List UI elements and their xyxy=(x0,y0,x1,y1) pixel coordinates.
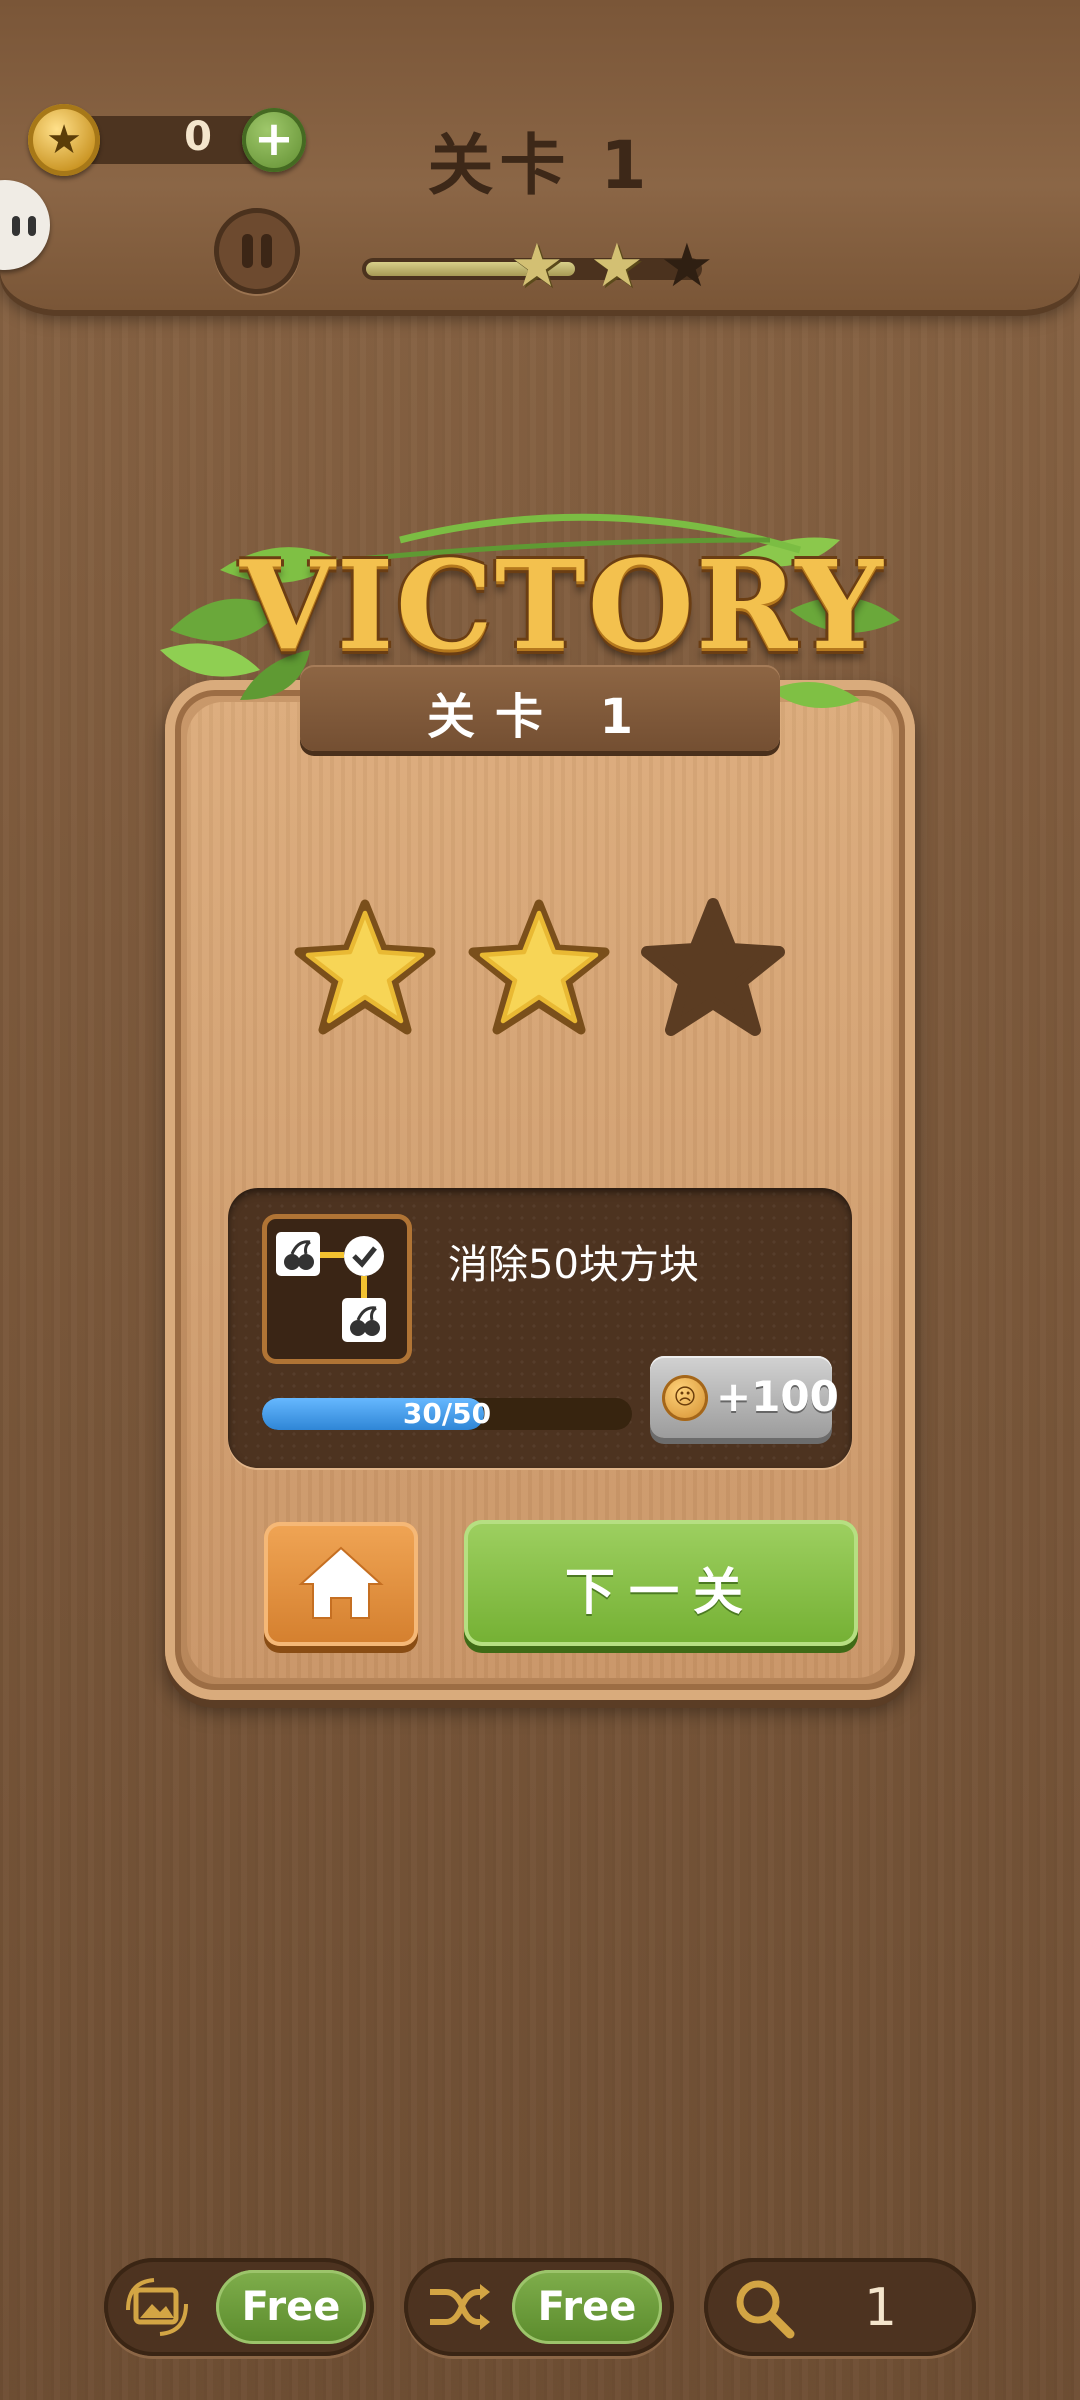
chat-eye-icon xyxy=(28,216,36,236)
task-progress-text: 30/50 xyxy=(402,1398,492,1430)
chat-eye-icon xyxy=(12,216,20,236)
home-icon xyxy=(298,1546,384,1619)
star-earned-icon xyxy=(468,899,610,1035)
progress-star-icon: ★ xyxy=(590,231,644,301)
star-empty-icon xyxy=(641,898,785,1036)
level-plaque: 关卡 1 xyxy=(300,665,780,751)
victory-banner: VICTORY xyxy=(240,530,885,680)
top-bar: ★ 0 + 关卡 1 ★ ★ ★ xyxy=(0,0,1080,310)
victory-level-label: 关卡 1 xyxy=(426,689,654,745)
tool-search[interactable]: 1 xyxy=(704,2258,976,2356)
next-level-button[interactable]: 下一关 xyxy=(464,1520,858,1646)
next-level-label: 下一关 xyxy=(565,1563,757,1621)
cherry-tile-task-icon xyxy=(262,1214,412,1364)
coin-face-icon: ☹ xyxy=(662,1375,708,1421)
tool-image-swap[interactable]: Free xyxy=(104,2258,374,2356)
task-card: 消除50块方块 30/50 ☹ +100 xyxy=(228,1188,852,1468)
search-icon xyxy=(736,2280,795,2339)
free-badge: Free xyxy=(216,2270,366,2344)
star-earned-icon xyxy=(294,899,436,1035)
progress-star-icon: ★ xyxy=(510,231,564,301)
claim-reward-button[interactable]: ☹ +100 xyxy=(650,1356,839,1438)
task-progress-bar: 30/50 xyxy=(262,1398,632,1430)
pause-button[interactable] xyxy=(214,208,300,294)
progress-star-empty-icon: ★ xyxy=(660,231,714,301)
shuffle-icon xyxy=(430,2284,490,2330)
image-swap-icon xyxy=(126,2278,188,2336)
cherry-tile-icon xyxy=(276,1232,386,1342)
home-button[interactable] xyxy=(264,1522,418,1646)
level-title: 关卡 1 xyxy=(427,127,653,204)
tool-shuffle[interactable]: Free xyxy=(404,2258,674,2356)
victory-title: VICTORY xyxy=(240,533,885,677)
free-badge: Free xyxy=(512,2270,662,2344)
reward-amount: +100 xyxy=(716,1372,839,1421)
task-description: 消除50块方块 xyxy=(448,1242,699,1288)
search-count: 1 xyxy=(864,2278,898,2338)
